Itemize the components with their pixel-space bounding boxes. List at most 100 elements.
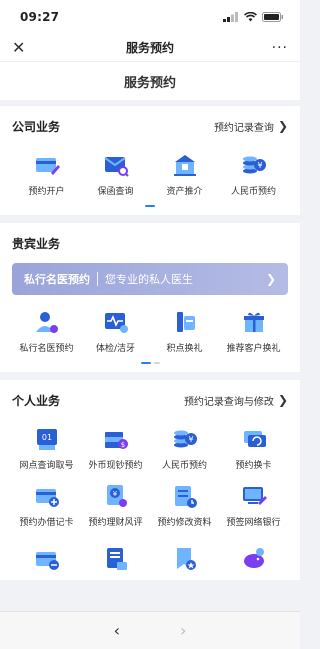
- forward-button[interactable]: ›: [180, 621, 186, 640]
- card-pen-icon: [32, 150, 62, 180]
- company-records-link-label: 预约记录查询: [213, 122, 274, 134]
- company-header: 公司业务 预约记录查询 ❯: [12, 114, 288, 138]
- queue-ticket-icon: 01: [32, 424, 62, 454]
- personal-title: 个人业务: [12, 393, 61, 408]
- personal-item-foreign-cash[interactable]: $ 外币现钞预约: [81, 418, 150, 475]
- banner-subtitle: 您专业的私人医生: [105, 273, 193, 286]
- page-title: 服务预约: [0, 62, 300, 100]
- svg-text:01: 01: [41, 433, 51, 442]
- document-super-icon: [101, 544, 131, 574]
- personal-item-edit-profile[interactable]: 预约修改资料: [150, 475, 219, 532]
- personal-item-more-3[interactable]: [150, 538, 219, 574]
- chevron-right-icon: ❯: [277, 393, 288, 407]
- status-icons: [223, 12, 284, 22]
- personal-item-rmb[interactable]: ¥ 人民币预约: [150, 418, 219, 475]
- vip-item-points-gift[interactable]: 积点换礼: [150, 301, 219, 358]
- banner-title: 私行名医预约: [24, 273, 90, 286]
- coin-stack-yuan-icon: ¥: [239, 150, 269, 180]
- nav-title: 服务预约: [125, 41, 174, 55]
- battery-icon: [262, 12, 283, 22]
- company-item-guarantee-query[interactable]: 保函查询: [81, 144, 150, 201]
- company-records-link[interactable]: 预约记录查询 ❯: [214, 119, 288, 134]
- back-button[interactable]: ‹: [114, 621, 120, 640]
- svg-text:¥: ¥: [257, 161, 262, 170]
- wifi-icon: [244, 12, 257, 22]
- personal-item-more-4[interactable]: [219, 538, 288, 574]
- vip-title: 贵宾业务: [12, 236, 61, 251]
- page-dot-active: [140, 362, 151, 364]
- personal-item-risk-assessment[interactable]: ¥ 预约理财风评: [81, 475, 150, 532]
- company-item-open-account[interactable]: 预约开户: [12, 144, 81, 201]
- personal-header: 个人业务 预约记录查询与修改 ❯: [12, 388, 288, 412]
- piggy-bank-icon: [239, 544, 269, 574]
- chevron-right-icon: ❯: [277, 119, 288, 133]
- personal-records-link-label: 预约记录查询与修改: [183, 396, 274, 408]
- personal-item-label: 预约理财风评: [88, 518, 143, 528]
- profile-edit-icon: [170, 481, 200, 511]
- vip-header: 贵宾业务: [12, 231, 288, 255]
- personal-item-queue[interactable]: 01 网点查询取号: [12, 418, 81, 475]
- bank-building-icon: [170, 150, 200, 180]
- personal-item-more-1[interactable]: [12, 538, 81, 574]
- svg-text:¥: ¥: [188, 435, 193, 444]
- vip-section: 贵宾业务 私行名医预约 您专业的私人医生 ❯ 私行名医预约 体检/洁牙 积点换礼: [0, 223, 300, 372]
- status-bar: 09:27: [0, 0, 300, 34]
- personal-item-online-banking[interactable]: 预签网络银行: [219, 475, 288, 532]
- company-item-asset-promotion[interactable]: 资产推介: [150, 144, 219, 201]
- vip-item-label: 私行名医预约: [19, 344, 74, 354]
- svg-text:$: $: [120, 441, 124, 449]
- card-exchange-icon: [239, 424, 269, 454]
- personal-item-label: 预约办借记卡: [19, 518, 74, 528]
- personal-section: 个人业务 预约记录查询与修改 ❯ 01 网点查询取号 $ 外币现钞预约 ¥ 人民…: [0, 380, 300, 580]
- personal-grid: 01 网点查询取号 $ 外币现钞预约 ¥ 人民币预约 预约换卡 预约办借记卡 ¥…: [12, 418, 288, 532]
- page-dot-active: [145, 205, 155, 207]
- status-time: 09:27: [20, 10, 60, 24]
- doctor-icon: [32, 307, 62, 337]
- company-grid: 预约开户 保函查询 资产推介 ¥ 人民币预约: [12, 144, 288, 201]
- personal-item-card-exchange[interactable]: 预约换卡: [219, 418, 288, 475]
- chevron-right-icon: ❯: [265, 272, 276, 286]
- coin-stack-yuan-icon: ¥: [170, 424, 200, 454]
- personal-item-label: 预签网络银行: [226, 518, 281, 528]
- banner-divider: [97, 272, 98, 286]
- close-button[interactable]: ✕: [12, 38, 32, 57]
- nav-bar: ✕ 服务预约 ···: [0, 34, 300, 62]
- vip-page-indicator: [12, 358, 288, 366]
- company-section: 公司业务 预约记录查询 ❯ 预约开户 保函查询 资产推介 ¥ 人民币预约: [0, 106, 300, 215]
- vip-item-label: 推荐客户换礼: [226, 344, 281, 354]
- personal-item-more-2[interactable]: [81, 538, 150, 574]
- vip-item-doctor[interactable]: 私行名医预约: [12, 301, 81, 358]
- company-item-label: 资产推介: [166, 187, 203, 197]
- private-doctor-banner[interactable]: 私行名医预约 您专业的私人医生 ❯: [12, 263, 288, 295]
- personal-item-label: 预约修改资料: [157, 518, 212, 528]
- personal-item-label: 预约换卡: [235, 461, 272, 471]
- online-banking-icon: [239, 481, 269, 511]
- company-item-label: 预约开户: [28, 187, 65, 197]
- card-minus-icon: [32, 544, 62, 574]
- personal-item-debit-card[interactable]: 预约办借记卡: [12, 475, 81, 532]
- cash-stack-icon: $: [101, 424, 131, 454]
- debit-card-add-icon: [32, 481, 62, 511]
- company-item-label: 人民币预约: [230, 187, 276, 197]
- vip-item-referral-gift[interactable]: 推荐客户换礼: [219, 301, 288, 358]
- page-dot: [153, 362, 160, 364]
- signal-icon: [223, 12, 238, 22]
- company-title: 公司业务: [12, 119, 61, 134]
- vip-item-label: 积点换礼: [166, 344, 203, 354]
- vip-item-label: 体检/洁牙: [95, 344, 136, 354]
- company-item-rmb-reservation[interactable]: ¥ 人民币预约: [219, 144, 288, 201]
- bookmark-star-icon: [170, 544, 200, 574]
- gift-box-icon: [239, 307, 269, 337]
- finance-assessment-icon: ¥: [101, 481, 131, 511]
- personal-item-label: 人民币预约: [161, 461, 207, 471]
- more-button[interactable]: ···: [268, 40, 288, 56]
- svg-text:¥: ¥: [112, 490, 117, 498]
- vip-grid: 私行名医预约 体检/洁牙 积点换礼 推荐客户换礼: [12, 301, 288, 358]
- envelope-search-icon: [101, 150, 131, 180]
- company-page-indicator: [12, 201, 288, 209]
- browser-bottom-bar: ‹ ›: [0, 611, 300, 649]
- points-card-icon: [170, 307, 200, 337]
- personal-grid-more: [12, 538, 288, 574]
- vip-item-checkup[interactable]: 体检/洁牙: [81, 301, 150, 358]
- personal-records-link[interactable]: 预约记录查询与修改 ❯: [184, 393, 288, 408]
